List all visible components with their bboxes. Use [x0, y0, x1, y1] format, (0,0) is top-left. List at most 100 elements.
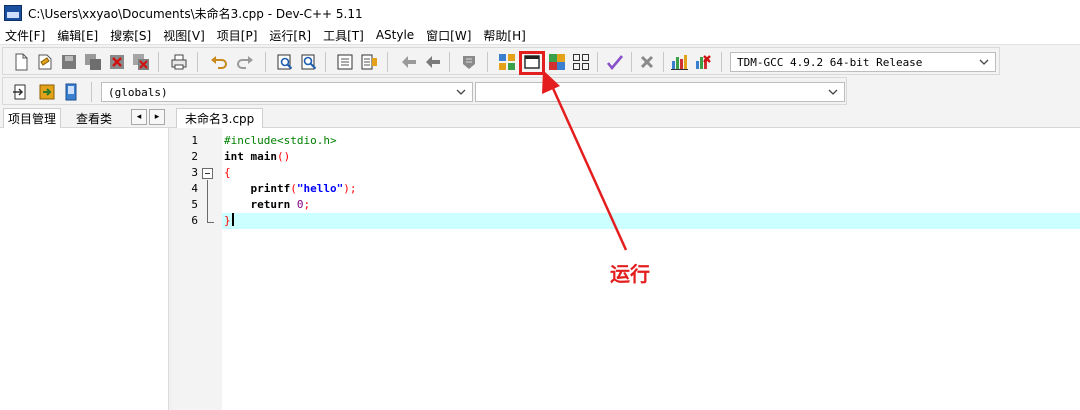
fold-collapse-icon[interactable]: [202, 168, 213, 179]
open-icon[interactable]: [35, 52, 55, 72]
editor-tab-strip: 未命名3.cpp: [172, 106, 1080, 128]
menu-view[interactable]: 视图[V]: [163, 27, 205, 44]
menu-astyle[interactable]: AStyle: [376, 28, 414, 42]
toolbar-separator: [487, 52, 488, 72]
save-icon[interactable]: [59, 52, 79, 72]
semicolon: ;: [303, 198, 311, 211]
tab-scroll-right-button[interactable]: ▸: [149, 109, 165, 125]
redo-icon[interactable]: [235, 52, 255, 72]
run-button-highlight: [519, 51, 545, 75]
goto-bookmark-icon[interactable]: [61, 82, 81, 102]
line-number: 2: [191, 150, 198, 163]
menu-search[interactable]: 搜索[S]: [110, 27, 151, 44]
bookmark-icon[interactable]: [359, 52, 379, 72]
line-gutter: 1 2 3 4 5 6: [172, 128, 222, 410]
toolbar-separator: [597, 52, 598, 72]
compile-run-icon[interactable]: [547, 52, 567, 72]
paren-open: (: [290, 182, 297, 195]
chevron-down-icon: [456, 89, 466, 95]
symbol-select[interactable]: [475, 82, 845, 102]
line-number: 1: [191, 134, 198, 147]
toolbar-separator: [265, 52, 266, 72]
menu-tools[interactable]: 工具[T]: [323, 27, 364, 44]
fold-guide: [207, 180, 208, 222]
goto-icon[interactable]: [335, 52, 355, 72]
rebuild-icon[interactable]: [571, 52, 591, 72]
toolbar-separator: [387, 52, 388, 72]
line-number: 4: [191, 182, 198, 195]
code-line-3: {: [222, 165, 1080, 181]
toolbar-separator: [325, 52, 326, 72]
text-caret: [231, 213, 234, 226]
code-line-6: }: [222, 213, 1080, 229]
toolbar-separator: [663, 52, 664, 72]
code-line-4: printf("hello");: [222, 181, 1080, 197]
close-all-icon[interactable]: [131, 52, 151, 72]
syntax-check-icon[interactable]: [605, 52, 625, 72]
menu-window[interactable]: 窗口[W]: [426, 27, 471, 44]
insert-icon[interactable]: [11, 82, 31, 102]
toolbar-area: TDM-GCC 4.9.2 64-bit Release (globals): [0, 44, 1080, 106]
tab-class-browser[interactable]: 查看类: [72, 108, 116, 128]
indent-icon[interactable]: [399, 52, 419, 72]
close-brace: }: [224, 214, 231, 227]
project-panel: 项目管理 查看类 ◂ ▸: [0, 106, 172, 410]
scope-select[interactable]: (globals): [101, 82, 473, 102]
compiler-select-value: TDM-GCC 4.9.2 64-bit Release: [737, 55, 923, 69]
keyword-return: return: [224, 198, 291, 211]
identifier-printf: printf: [224, 182, 291, 195]
main-toolbar: TDM-GCC 4.9.2 64-bit Release: [2, 47, 1000, 75]
menu-project[interactable]: 项目[P]: [217, 27, 258, 44]
identifier-main: main: [243, 150, 277, 163]
save-all-icon[interactable]: [83, 52, 103, 72]
toolbar-separator: [91, 82, 92, 102]
class-toolbar: (globals): [2, 77, 847, 105]
annotation-label-run: 运行: [610, 262, 650, 286]
chevron-down-icon: [979, 59, 989, 65]
menu-bar: 文件[F] 编辑[E] 搜索[S] 视图[V] 项目[P] 运行[R] 工具[T…: [0, 26, 1080, 44]
profile-icon[interactable]: [669, 52, 689, 72]
toggle-bookmark-icon[interactable]: [37, 82, 57, 102]
tab-project-manager[interactable]: 项目管理: [3, 108, 62, 128]
chevron-down-icon: [828, 89, 838, 95]
menu-execute[interactable]: 运行[R]: [269, 27, 311, 44]
comment-icon[interactable]: [459, 52, 479, 72]
code-editor[interactable]: #include<stdio.h> int main() { printf("h…: [222, 128, 1080, 410]
code-line-1: #include<stdio.h>: [222, 133, 1080, 149]
clean-icon[interactable]: [637, 52, 657, 72]
fold-guide-end: [207, 222, 214, 223]
devcpp-logo-icon: [4, 5, 22, 21]
toolbar-separator: [158, 52, 159, 72]
tab-untitled3-cpp[interactable]: 未命名3.cpp: [176, 108, 264, 128]
unindent-icon[interactable]: [423, 52, 443, 72]
toolbar-separator: [449, 52, 450, 72]
panel-tabs: 项目管理 查看类 ◂ ▸: [0, 106, 172, 128]
scope-select-value: (globals): [108, 85, 168, 99]
code-line-2: int main(): [222, 149, 1080, 165]
tab-scroll-left-button[interactable]: ◂: [131, 109, 147, 125]
delete-profile-icon[interactable]: [693, 52, 713, 72]
find-icon[interactable]: [275, 52, 295, 72]
undo-icon[interactable]: [209, 52, 229, 72]
toolbar-separator: [631, 52, 632, 72]
menu-file[interactable]: 文件[F]: [5, 27, 45, 44]
print-icon[interactable]: [169, 52, 189, 72]
new-file-icon[interactable]: [11, 52, 31, 72]
code-line-5: return 0;: [222, 197, 1080, 213]
window-title: C:\Users\xxyao\Documents\未命名3.cpp - Dev-…: [28, 6, 363, 21]
compile-icon[interactable]: [497, 52, 517, 72]
replace-icon[interactable]: [299, 52, 319, 72]
paren-symbol: (): [277, 150, 291, 163]
keyword-int: int: [224, 150, 244, 163]
toolbar-separator: [721, 52, 722, 72]
toolbar-separator: [197, 52, 198, 72]
open-brace: {: [224, 166, 231, 179]
preprocessor-include: #include<stdio.h>: [224, 134, 337, 147]
menu-edit[interactable]: 编辑[E]: [57, 27, 98, 44]
compiler-select[interactable]: TDM-GCC 4.9.2 64-bit Release: [730, 52, 996, 72]
menu-help[interactable]: 帮助[H]: [483, 27, 525, 44]
string-literal: "hello": [296, 182, 344, 195]
line-number: 6: [191, 214, 198, 227]
close-icon[interactable]: [107, 52, 127, 72]
